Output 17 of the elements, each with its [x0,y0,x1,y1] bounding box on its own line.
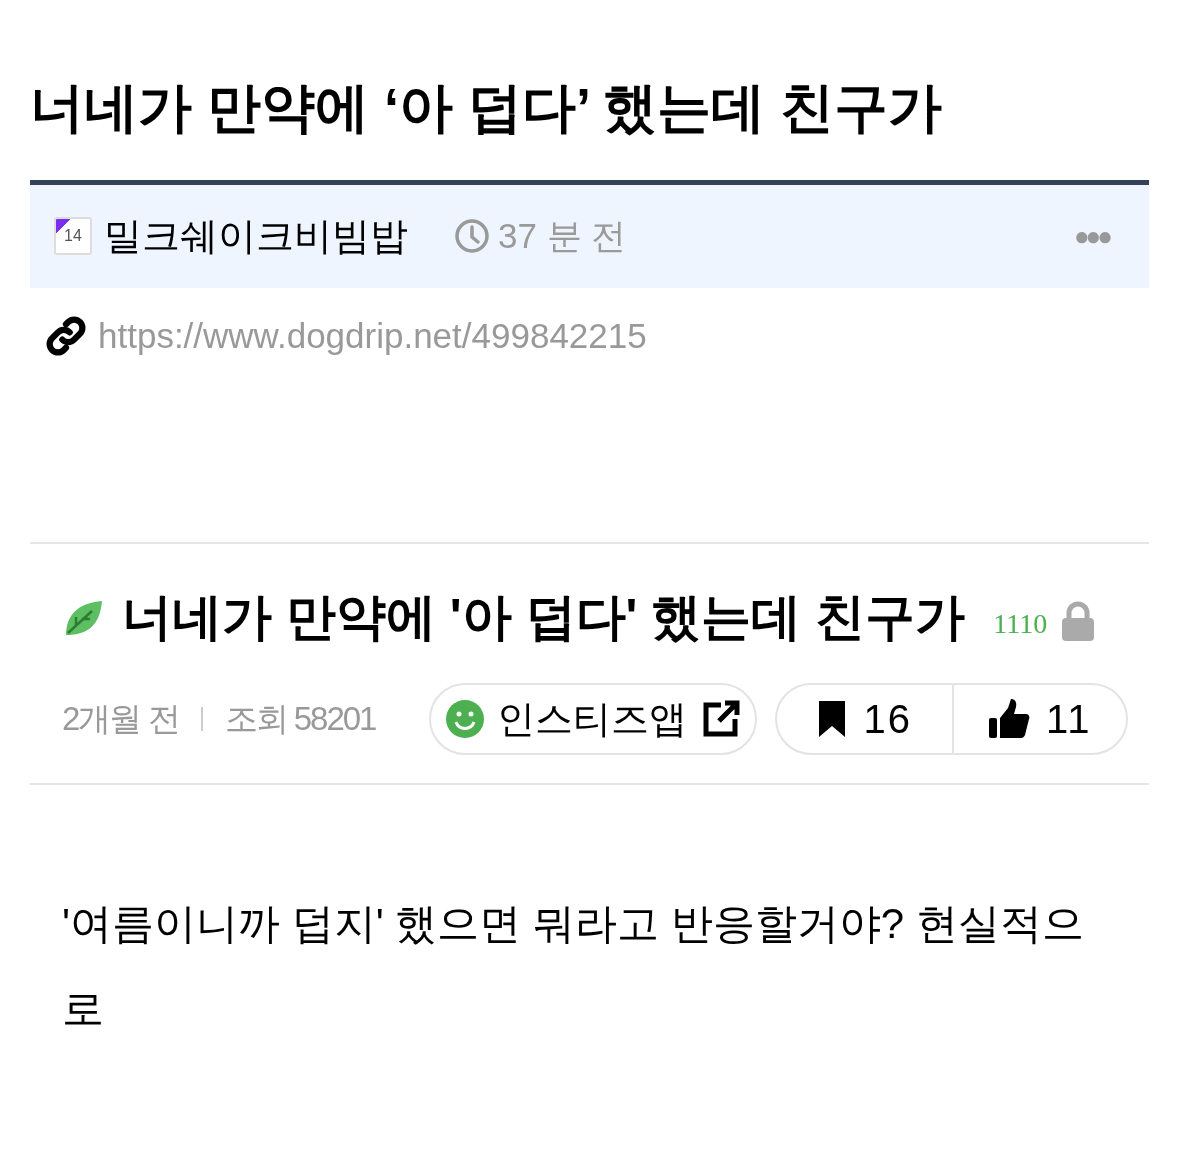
source-title: 너네가 만약에 '아 덥다' 했는데 친구가 [122,588,966,647]
bookmark-button[interactable]: 16 [777,685,952,753]
view-count: 조회 58201 [224,699,376,740]
like-button[interactable]: 11 [953,685,1126,753]
app-button[interactable]: 인스티즈앱 [429,683,758,755]
external-link-icon [701,699,742,739]
clock-icon [454,218,490,254]
level-badge: 14 [54,217,92,255]
post-body: '여름이니까 덥지' 했으면 뭐라고 반응할거야? 현실적으로 [61,899,1085,1034]
bookmark-icon [817,699,848,739]
author-name[interactable]: 밀크쉐이크비빔밥 [104,207,408,265]
comment-count: 1110 [993,606,1048,641]
post-time: 37 분 전 [498,214,627,257]
smiley-icon [445,699,486,739]
thumbs-up-icon [987,698,1030,740]
post-title: 너네가 만약에 ‘아 덥다’ 했는데 친구가 [30,76,944,139]
post-age: 2개월 전 [62,699,179,740]
